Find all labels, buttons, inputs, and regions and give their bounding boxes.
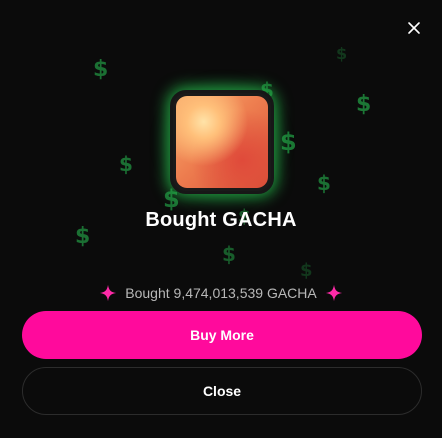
dollar-icon: $ (222, 242, 236, 266)
dollar-icon: $ (93, 57, 109, 82)
dollar-icon: $ (119, 152, 133, 176)
buy-more-button[interactable]: Buy More (22, 311, 422, 359)
purchase-summary: Bought 9,474,013,539 GACHA (0, 283, 442, 303)
modal-title: Bought GACHA (145, 209, 297, 231)
sparkle-icon (325, 284, 342, 302)
dollar-icon: $ (336, 44, 348, 63)
purchase-summary-text: Bought 9,474,013,539 GACHA (125, 285, 317, 301)
dollar-icon: $ (317, 171, 331, 195)
dollar-icon: $ (300, 260, 313, 281)
token-face (176, 96, 268, 188)
purchase-success-modal: $ $ $ $ $ $ $ $ $ $ $ $ Bought GACHA Bou… (0, 0, 442, 438)
sparkle-icon (100, 284, 117, 302)
close-button[interactable]: Close (22, 367, 422, 415)
dollar-icon: $ (356, 92, 372, 117)
close-icon[interactable] (402, 16, 426, 40)
gacha-token-icon (170, 90, 274, 194)
